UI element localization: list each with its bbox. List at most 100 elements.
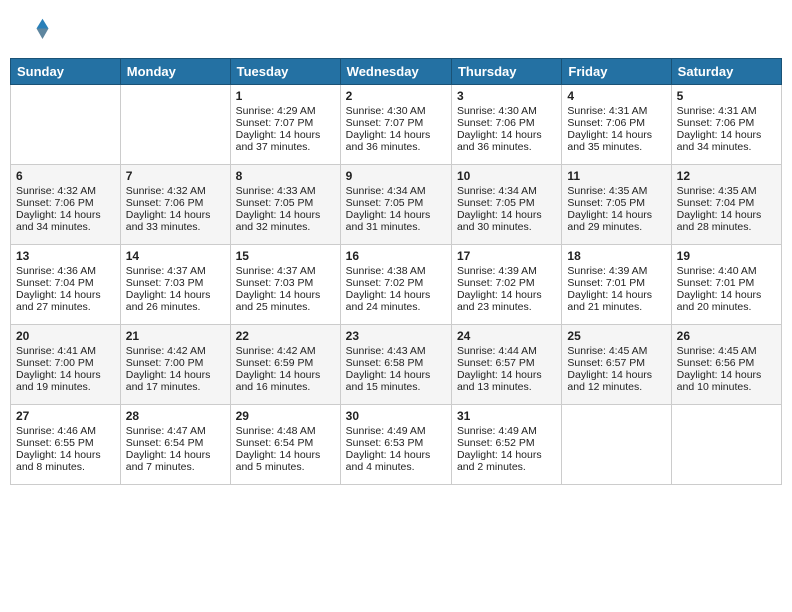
sunset-text: Sunset: 6:54 PM (126, 437, 225, 449)
sunset-text: Sunset: 6:58 PM (346, 357, 446, 369)
daylight-text: Daylight: 14 hours and 32 minutes. (236, 209, 335, 233)
sunset-text: Sunset: 6:57 PM (567, 357, 665, 369)
sunset-text: Sunset: 6:55 PM (16, 437, 115, 449)
sunrise-text: Sunrise: 4:44 AM (457, 345, 556, 357)
calendar-cell (11, 85, 121, 165)
sunrise-text: Sunrise: 4:41 AM (16, 345, 115, 357)
sunrise-text: Sunrise: 4:35 AM (567, 185, 665, 197)
calendar-cell: 27 Sunrise: 4:46 AMSunset: 6:55 PMDayligh… (11, 405, 121, 485)
daylight-text: Daylight: 14 hours and 24 minutes. (346, 289, 446, 313)
calendar-cell: 23Sunrise: 4:43 AMSunset: 6:58 PMDayligh… (340, 325, 451, 405)
day-number: 11 (567, 169, 665, 183)
calendar-cell (671, 405, 781, 485)
daylight-text: Daylight: 14 hours and 25 minutes. (236, 289, 335, 313)
calendar-cell: 19Sunrise: 4:40 AMSunset: 7:01 PMDayligh… (671, 245, 781, 325)
weekday-header-sunday: Sunday (11, 59, 121, 85)
calendar-cell: 25Sunrise: 4:45 AMSunset: 6:57 PMDayligh… (562, 325, 671, 405)
sunrise-text: Sunrise: 4:46 AM (16, 425, 115, 437)
day-number: 22 (236, 329, 335, 343)
daylight-text: Daylight: 14 hours and 16 minutes. (236, 369, 335, 393)
sunrise-text: Sunrise: 4:31 AM (567, 105, 665, 117)
sunrise-text: Sunrise: 4:38 AM (346, 265, 446, 277)
sunrise-text: Sunrise: 4:33 AM (236, 185, 335, 197)
calendar-cell (120, 85, 230, 165)
sunrise-text: Sunrise: 4:48 AM (236, 425, 335, 437)
sunset-text: Sunset: 7:00 PM (126, 357, 225, 369)
sunrise-text: Sunrise: 4:34 AM (346, 185, 446, 197)
daylight-text: Daylight: 14 hours and 8 minutes. (16, 449, 115, 473)
calendar-cell: 7 Sunrise: 4:32 AMSunset: 7:06 PMDaylight… (120, 165, 230, 245)
calendar-cell: 4Sunrise: 4:31 AMSunset: 7:06 PMDaylight… (562, 85, 671, 165)
calendar-cell: 1Sunrise: 4:29 AMSunset: 7:07 PMDaylight… (230, 85, 340, 165)
sunset-text: Sunset: 7:06 PM (567, 117, 665, 129)
sunset-text: Sunset: 7:01 PM (677, 277, 776, 289)
sunrise-text: Sunrise: 4:30 AM (346, 105, 446, 117)
calendar-cell: 12Sunrise: 4:35 AMSunset: 7:04 PMDayligh… (671, 165, 781, 245)
weekday-header-friday: Friday (562, 59, 671, 85)
logo-icon (20, 15, 50, 45)
day-number: 24 (457, 329, 556, 343)
day-number: 3 (457, 89, 556, 103)
daylight-text: Daylight: 14 hours and 10 minutes. (677, 369, 776, 393)
sunrise-text: Sunrise: 4:42 AM (236, 345, 335, 357)
daylight-text: Daylight: 14 hours and 20 minutes. (677, 289, 776, 313)
calendar-cell: 13Sunrise: 4:36 AMSunset: 7:04 PMDayligh… (11, 245, 121, 325)
daylight-text: Daylight: 14 hours and 34 minutes. (677, 129, 776, 153)
day-number: 15 (236, 249, 335, 263)
sunrise-text: Sunrise: 4:43 AM (346, 345, 446, 357)
calendar-cell: 6Sunrise: 4:32 AMSunset: 7:06 PMDaylight… (11, 165, 121, 245)
day-number: 12 (677, 169, 776, 183)
calendar-cell: 28Sunrise: 4:47 AMSunset: 6:54 PMDayligh… (120, 405, 230, 485)
calendar-cell: 15Sunrise: 4:37 AMSunset: 7:03 PMDayligh… (230, 245, 340, 325)
day-number: 17 (457, 249, 556, 263)
daylight-text: Daylight: 14 hours and 27 minutes. (16, 289, 115, 313)
sunset-text: Sunset: 7:06 PM (16, 197, 115, 209)
day-number: 7 (126, 169, 225, 183)
daylight-text: Daylight: 14 hours and 35 minutes. (567, 129, 665, 153)
sunset-text: Sunset: 7:06 PM (126, 197, 225, 209)
sunset-text: Sunset: 6:57 PM (457, 357, 556, 369)
calendar-cell: 5Sunrise: 4:31 AMSunset: 7:06 PMDaylight… (671, 85, 781, 165)
daylight-text: Daylight: 14 hours and 30 minutes. (457, 209, 556, 233)
sunset-text: Sunset: 6:56 PM (677, 357, 776, 369)
sunset-text: Sunset: 7:06 PM (457, 117, 556, 129)
daylight-text: Daylight: 14 hours and 33 minutes. (126, 209, 225, 233)
daylight-text: Daylight: 14 hours and 23 minutes. (457, 289, 556, 313)
sunrise-text: Sunrise: 4:32 AM (126, 185, 225, 197)
calendar-cell: 31Sunrise: 4:49 AMSunset: 6:52 PMDayligh… (451, 405, 561, 485)
daylight-text: Daylight: 14 hours and 28 minutes. (677, 209, 776, 233)
calendar-cell: 14Sunrise: 4:37 AMSunset: 7:03 PMDayligh… (120, 245, 230, 325)
sunset-text: Sunset: 6:54 PM (236, 437, 335, 449)
sunset-text: Sunset: 6:52 PM (457, 437, 556, 449)
day-number: 18 (567, 249, 665, 263)
calendar-cell: 20Sunrise: 4:41 AMSunset: 7:00 PMDayligh… (11, 325, 121, 405)
sunrise-text: Sunrise: 4:49 AM (457, 425, 556, 437)
sunrise-text: Sunrise: 4:36 AM (16, 265, 115, 277)
sunset-text: Sunset: 6:59 PM (236, 357, 335, 369)
day-number: 8 (236, 169, 335, 183)
sunrise-text: Sunrise: 4:32 AM (16, 185, 115, 197)
sunset-text: Sunset: 7:04 PM (677, 197, 776, 209)
week-row-1: 1Sunrise: 4:29 AMSunset: 7:07 PMDaylight… (11, 85, 782, 165)
sunset-text: Sunset: 7:05 PM (567, 197, 665, 209)
day-number: 6 (16, 169, 115, 183)
sunrise-text: Sunrise: 4:47 AM (126, 425, 225, 437)
daylight-text: Daylight: 14 hours and 21 minutes. (567, 289, 665, 313)
day-number: 5 (677, 89, 776, 103)
day-number: 31 (457, 409, 556, 423)
sunrise-text: Sunrise: 4:39 AM (567, 265, 665, 277)
weekday-header-thursday: Thursday (451, 59, 561, 85)
weekday-header-monday: Monday (120, 59, 230, 85)
day-number: 21 (126, 329, 225, 343)
header (10, 10, 782, 50)
weekday-header-tuesday: Tuesday (230, 59, 340, 85)
day-number: 27 (16, 409, 115, 423)
daylight-text: Daylight: 14 hours and 17 minutes. (126, 369, 225, 393)
daylight-text: Daylight: 14 hours and 7 minutes. (126, 449, 225, 473)
sunrise-text: Sunrise: 4:45 AM (677, 345, 776, 357)
sunset-text: Sunset: 7:02 PM (346, 277, 446, 289)
day-number: 10 (457, 169, 556, 183)
sunrise-text: Sunrise: 4:30 AM (457, 105, 556, 117)
daylight-text: Daylight: 14 hours and 19 minutes. (16, 369, 115, 393)
sunrise-text: Sunrise: 4:42 AM (126, 345, 225, 357)
